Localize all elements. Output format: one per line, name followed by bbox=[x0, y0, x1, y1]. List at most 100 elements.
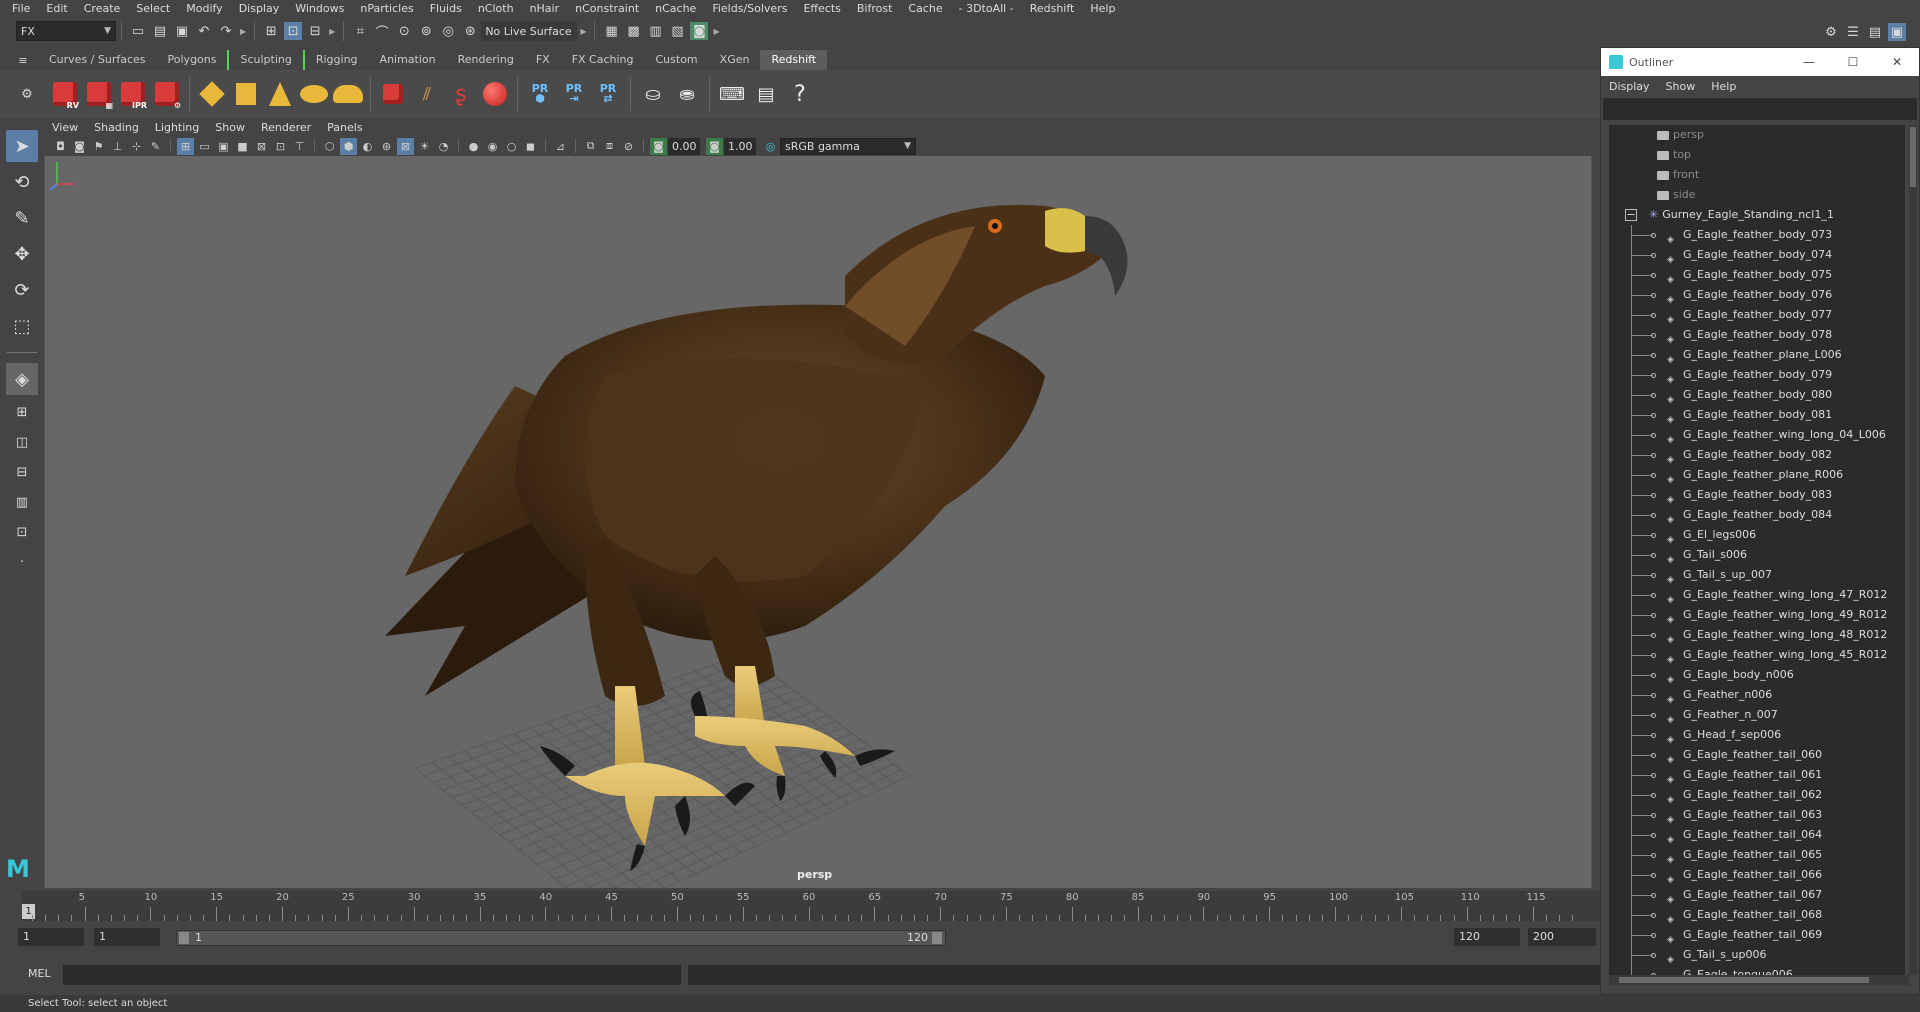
outliner-mesh-row[interactable]: ◈ G_Eagle_feather_tail_061 bbox=[1609, 765, 1905, 785]
collapse-icon[interactable]: ▶ bbox=[580, 27, 586, 36]
save-scene-icon[interactable]: ▣ bbox=[173, 22, 191, 40]
range-slider[interactable]: 1 120 bbox=[176, 930, 946, 946]
menu-effects[interactable]: Effects bbox=[795, 0, 848, 17]
grease-pencil-icon[interactable]: ✎ bbox=[147, 138, 164, 155]
outliner-mesh-row[interactable]: ◈ G_Eagle_feather_tail_065 bbox=[1609, 845, 1905, 865]
close-icon[interactable]: ✕ bbox=[1875, 55, 1919, 69]
bookmark-icon[interactable]: ⚑ bbox=[90, 138, 107, 155]
rotate-icon[interactable]: ⟳ bbox=[6, 274, 38, 306]
snap-point-icon[interactable]: ⊙ bbox=[395, 22, 413, 40]
snap-live-icon[interactable]: ⊛ bbox=[461, 22, 479, 40]
menu-file[interactable]: File bbox=[4, 0, 38, 17]
playback-start-field[interactable]: 1 bbox=[94, 928, 160, 946]
camera-icon[interactable]: ◘ bbox=[52, 138, 69, 155]
outliner-mesh-row[interactable]: ◈ G_Feather_n_007 bbox=[1609, 705, 1905, 725]
safe-title-icon[interactable]: ⊤ bbox=[291, 138, 308, 155]
outliner-group-row[interactable]: − ✳ Gurney_Eagle_Standing_ncl1_1 bbox=[1609, 205, 1905, 225]
viewport-menu-renderer[interactable]: Renderer bbox=[253, 121, 319, 134]
collapse-icon[interactable]: ▶ bbox=[713, 27, 719, 36]
dome-light-icon[interactable] bbox=[299, 79, 329, 109]
four-view-icon[interactable]: ⊞ bbox=[6, 399, 38, 425]
menu-fields-solvers[interactable]: Fields/Solvers bbox=[704, 0, 795, 17]
outliner-mesh-row[interactable]: ◈ G_Eagle_feather_body_083 bbox=[1609, 485, 1905, 505]
outliner-mesh-row[interactable]: ◈ G_Tail_s_up006 bbox=[1609, 945, 1905, 965]
tab-fx-caching[interactable]: FX Caching bbox=[561, 50, 645, 70]
two-view-side-icon[interactable]: ◫ bbox=[6, 429, 38, 455]
material-ball-icon[interactable]: ⛀ bbox=[638, 79, 668, 109]
range-start-handle[interactable] bbox=[179, 932, 189, 944]
outliner-mesh-row[interactable]: ◈ G_Eagle_feather_body_076 bbox=[1609, 285, 1905, 305]
color-management-icon[interactable]: ◎ bbox=[762, 138, 779, 155]
outliner-mesh-row[interactable]: ◈ G_Eagle_feather_wing_long_49_R012 bbox=[1609, 605, 1905, 625]
playback-end-field[interactable]: 120 bbox=[1454, 928, 1520, 946]
collapse-icon[interactable]: ▶ bbox=[329, 27, 335, 36]
anti-aliasing-icon[interactable]: ○ bbox=[503, 138, 520, 155]
current-frame-marker[interactable]: 1 bbox=[22, 904, 35, 919]
workspace-icon[interactable]: ⚙ bbox=[1822, 23, 1840, 41]
sun-sky-icon[interactable] bbox=[333, 79, 363, 109]
script-editor-icon[interactable]: ⌨ bbox=[717, 79, 747, 109]
grid-icon[interactable]: ⊞ bbox=[177, 137, 194, 155]
shelf-menu-icon[interactable]: ≡ bbox=[14, 51, 32, 69]
tab-polygons[interactable]: Polygons bbox=[157, 50, 228, 70]
outliner-mesh-row[interactable]: ◈ G_Eagle_feather_body_079 bbox=[1609, 365, 1905, 385]
screen-space-ao-icon[interactable]: ● bbox=[465, 138, 482, 155]
motion-blur-icon[interactable]: ◉ bbox=[484, 138, 501, 155]
render-view-icon[interactable]: ▦ bbox=[602, 22, 620, 40]
outliner-mesh-row[interactable]: ◈ G_Eagle_feather_wing_long_45_R012 bbox=[1609, 645, 1905, 665]
outliner-mesh-row[interactable]: ◈ G_Eagle_feather_tail_063 bbox=[1609, 805, 1905, 825]
area-light-icon[interactable] bbox=[197, 79, 227, 109]
move-icon[interactable]: ✥ bbox=[6, 238, 38, 270]
tab-animation[interactable]: Animation bbox=[369, 50, 447, 70]
outliner-mesh-row[interactable]: ◈ G_Eagle_feather_body_081 bbox=[1609, 405, 1905, 425]
undo-icon[interactable]: ↶ bbox=[195, 22, 213, 40]
use-all-lights-icon[interactable]: ☀ bbox=[416, 138, 433, 155]
outliner-camera-top[interactable]: top bbox=[1609, 145, 1905, 165]
render-settings-icon[interactable]: ▧ bbox=[668, 22, 686, 40]
outliner-mesh-row[interactable]: ◈ G_Eagle_feather_tail_060 bbox=[1609, 745, 1905, 765]
collapse-toggle-icon[interactable]: − bbox=[1625, 209, 1637, 221]
isolate-select-icon[interactable]: ⊿ bbox=[552, 138, 569, 155]
menu-select[interactable]: Select bbox=[128, 0, 178, 17]
command-input[interactable] bbox=[63, 965, 681, 985]
more-layouts-icon[interactable]: · bbox=[6, 549, 38, 575]
redo-icon[interactable]: ↷ bbox=[217, 22, 235, 40]
outliner-list[interactable]: persp top front side − ✳ Gurney_Eagle_Standing… bbox=[1609, 125, 1905, 975]
live-surface-field[interactable]: No Live Surface bbox=[481, 21, 578, 41]
outliner-mesh-row[interactable]: ◈ G_Eagle_feather_body_073 bbox=[1609, 225, 1905, 245]
tab-rigging[interactable]: Rigging bbox=[305, 50, 369, 70]
mel-label[interactable]: MEL bbox=[28, 967, 51, 980]
wireframe-on-shaded-icon[interactable]: ⊛ bbox=[378, 138, 395, 155]
attribute-editor-icon[interactable]: ▤ bbox=[1866, 23, 1884, 41]
lasso-icon[interactable]: ⟲ bbox=[6, 166, 38, 198]
hypershade-icon[interactable]: ◙ bbox=[690, 22, 709, 40]
menu-ncloth[interactable]: nCloth bbox=[470, 0, 522, 17]
tab-sculpting[interactable]: Sculpting bbox=[227, 50, 305, 70]
redshift-sphere-icon[interactable] bbox=[480, 79, 510, 109]
collapse-icon[interactable]: ▶ bbox=[240, 27, 246, 36]
outliner-mesh-row[interactable]: ◈ G_Eagle_feather_tail_068 bbox=[1609, 905, 1905, 925]
snap-grid-icon[interactable]: ⌗ bbox=[351, 22, 369, 40]
outliner-mesh-row[interactable]: ◈ G_Eagle_feather_body_080 bbox=[1609, 385, 1905, 405]
outliner-camera-persp[interactable]: persp bbox=[1609, 125, 1905, 145]
select-hierarchy-icon[interactable]: ⊞ bbox=[262, 22, 280, 40]
viewport-menu-shading[interactable]: Shading bbox=[86, 121, 147, 134]
viewport-menu-show[interactable]: Show bbox=[207, 121, 253, 134]
tab-redshift[interactable]: Redshift bbox=[760, 50, 828, 70]
redshift-render-icon[interactable]: ▦ bbox=[84, 79, 114, 110]
animation-end-field[interactable]: 200 bbox=[1528, 928, 1596, 946]
outliner-mesh-row[interactable]: ◈ G_Head_f_sep006 bbox=[1609, 725, 1905, 745]
two-d-pan-icon[interactable]: ⊹ bbox=[128, 138, 145, 155]
outliner-menu-help[interactable]: Help bbox=[1703, 80, 1744, 93]
depth-of-field-icon[interactable]: ◼ bbox=[522, 138, 539, 155]
outliner-vertical-scrollbar[interactable] bbox=[1909, 125, 1917, 975]
outliner-mesh-row[interactable]: ◈ G_Eagle_feather_body_077 bbox=[1609, 305, 1905, 325]
menu-help[interactable]: Help bbox=[1082, 0, 1123, 17]
xray-components-icon[interactable]: ⊘ bbox=[620, 138, 637, 155]
minimize-icon[interactable]: — bbox=[1787, 55, 1831, 69]
safe-action-icon[interactable]: ⊡ bbox=[272, 138, 289, 155]
scroll-thumb[interactable] bbox=[1910, 127, 1916, 187]
outliner-mesh-row[interactable]: ◈ G_Eagle_feather_tail_062 bbox=[1609, 785, 1905, 805]
material-assign-icon[interactable]: ⛂ bbox=[672, 79, 702, 109]
pr-import-icon[interactable]: PR ⇥ bbox=[559, 79, 589, 109]
